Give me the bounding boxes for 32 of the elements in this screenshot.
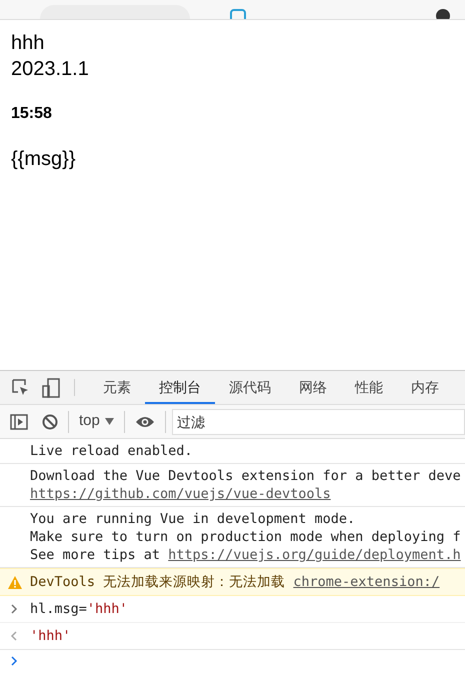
devtools-tab[interactable]: 源代码 xyxy=(215,371,285,404)
page-text: {{msg}} xyxy=(11,147,77,172)
devtools-tab[interactable]: 内存 xyxy=(397,371,453,404)
filter-field[interactable]: 过滤 xyxy=(172,408,465,434)
eye-icon[interactable] xyxy=(134,414,155,428)
link[interactable]: chrome-extension:/ xyxy=(293,574,440,590)
caret-icon xyxy=(104,418,114,425)
context-dropdown[interactable]: top xyxy=(79,410,114,433)
link[interactable]: https://github.com/vuejs/vue-devtools xyxy=(30,485,465,503)
chevron-left-icon xyxy=(10,631,18,641)
clear-icon[interactable] xyxy=(42,414,58,430)
output-value: 'hhh' xyxy=(30,627,71,645)
devtools-tab[interactable]: 性能 xyxy=(341,371,397,404)
log-text: See more tips at https://vuejs.org/guide/deployment.h xyxy=(30,546,462,564)
log-text: You are running Vue in development mode. xyxy=(30,510,356,528)
device-icon[interactable] xyxy=(42,378,60,398)
chevron-right-icon xyxy=(10,604,18,614)
time-heading: 15:58 xyxy=(11,104,53,124)
log-text: Make sure to turn on production mode when deploying f xyxy=(30,528,462,546)
inspect-icon[interactable] xyxy=(12,378,30,396)
sidebar-icon[interactable] xyxy=(10,414,28,430)
page-text: hhh xyxy=(11,31,46,56)
log-text: Download the Vue Devtools extension for a better deve xyxy=(30,467,462,485)
link[interactable]: https://vuejs.org/guide/deployment.h xyxy=(168,547,461,563)
log-text: Live reload enabled. xyxy=(30,442,194,460)
prompt-icon xyxy=(10,656,18,666)
log-text: DevTools 无法加载来源映射：无法加载 chrome-extension:/ xyxy=(30,573,440,591)
devtools-tab[interactable]: 网络 xyxy=(285,371,341,404)
warning-icon xyxy=(8,576,22,588)
page-text: 2023.1.1 xyxy=(11,57,90,82)
devtools-tab[interactable]: 元素 xyxy=(89,371,145,404)
input-code: hl.msg='hhh' xyxy=(30,600,128,618)
